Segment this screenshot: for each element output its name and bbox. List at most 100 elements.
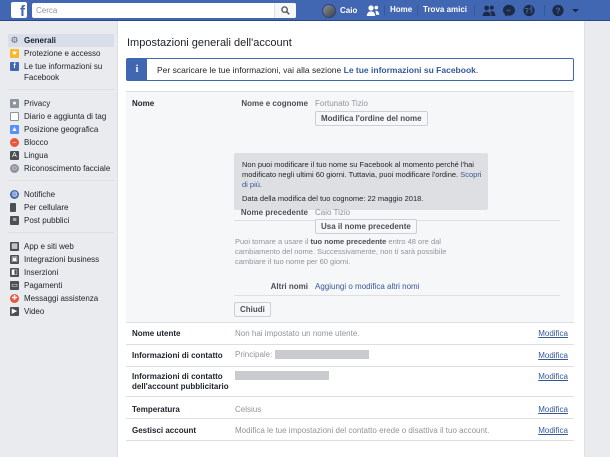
- sidebar-item-label: Posizione geografica: [24, 125, 99, 134]
- face-icon: ☺: [10, 164, 19, 173]
- settings-dropdown-icon[interactable]: [571, 4, 580, 17]
- sidebar-item-timeline[interactable]: Diario e aggiunta di tag: [8, 110, 114, 123]
- messenger-icon[interactable]: [502, 4, 516, 17]
- sidebar-item-language[interactable]: A Lingua: [8, 149, 114, 162]
- globe-notifications-icon[interactable]: [522, 4, 536, 17]
- edit-manage-account-link[interactable]: Modifica: [538, 426, 568, 435]
- sidebar-item-your-info[interactable]: f Le tue informazioni su Facebook: [8, 60, 114, 84]
- sidebar-item-ads[interactable]: ◧ Inserzioni: [8, 266, 114, 279]
- previous-name-label: Nome precedente: [240, 208, 308, 217]
- apps-icon: ▦: [10, 242, 19, 251]
- note-bold: tuo nome precedente: [310, 237, 387, 246]
- sidebar-item-protezione[interactable]: ★ Protezione e accesso: [8, 47, 114, 60]
- sidebar-item-payments[interactable]: ▭ Pagamenti: [8, 279, 114, 292]
- sidebar-item-privacy[interactable]: ● Privacy: [8, 97, 114, 110]
- redacted-contact: [274, 350, 369, 360]
- your-info-link[interactable]: Le tue informazioni su Facebook: [344, 65, 476, 75]
- sidebar-item-notifications[interactable]: ◍ Notifiche: [8, 188, 114, 201]
- last-name-change-date: Data della modifica del tuo cognome: 22 …: [242, 194, 424, 203]
- sidebar-group-apps: ▦ App e siti web ▣ Integrazioni business…: [8, 239, 114, 323]
- sidebar-item-label: App e siti web: [24, 242, 74, 251]
- sidebar-item-mobile[interactable]: Per cellulare: [8, 201, 114, 214]
- name-section-label: Nome: [132, 99, 155, 108]
- search-input[interactable]: [36, 4, 276, 17]
- sidebar-item-block[interactable]: – Blocco: [8, 136, 114, 149]
- settings-row-ad-account-contact[interactable]: Informazioni di contatto dell'account pu…: [126, 367, 574, 397]
- settings-row-temperature[interactable]: Temperatura Celsius Modifica: [126, 397, 574, 419]
- settings-main-panel: Impostazioni generali dell'account i Per…: [117, 21, 585, 457]
- sidebar-item-public-posts[interactable]: ≡ Post pubblici: [8, 214, 114, 227]
- edit-contact-link[interactable]: Modifica: [538, 351, 568, 360]
- edit-ad-contact-link[interactable]: Modifica: [538, 372, 568, 381]
- row-value: Principale:: [235, 350, 369, 360]
- full-name-value: Fortunato Tizio: [315, 99, 368, 108]
- facebook-logo-icon[interactable]: f: [11, 2, 27, 19]
- contact-primary-label: Principale:: [235, 350, 273, 359]
- sidebar-item-label: Generali: [24, 36, 57, 45]
- sidebar-item-label: Notifiche: [24, 190, 56, 199]
- block-icon: –: [10, 138, 19, 147]
- business-icon: ▣: [10, 255, 19, 264]
- search-box: [32, 3, 296, 18]
- previous-name-value: Caio Tizio: [315, 208, 351, 217]
- close-button[interactable]: Chiudi: [234, 302, 271, 317]
- nav-divider: [417, 5, 418, 16]
- help-icon[interactable]: ?: [551, 4, 565, 17]
- search-button[interactable]: [274, 3, 296, 18]
- settings-row-manage-account[interactable]: Gestisci account Modifica le tue imposta…: [126, 419, 574, 441]
- settings-row-contact[interactable]: Informazioni di contatto Principale: Mod…: [126, 345, 574, 367]
- row-value: Modifica le tue impostazioni del contatt…: [235, 426, 490, 435]
- row-value: Non hai impostato un nome utente.: [235, 329, 360, 338]
- home-link[interactable]: Home: [390, 0, 412, 21]
- language-icon: A: [10, 151, 19, 160]
- other-names-link[interactable]: Aggiungi o modifica altri nomi: [315, 282, 420, 291]
- row-label: Temperatura: [132, 405, 180, 414]
- support-icon: ✚: [10, 294, 19, 303]
- globe-icon: ◍: [10, 190, 19, 199]
- sidebar-group-account: ⚙ Generali ★ Protezione e accesso f Le t…: [8, 33, 114, 90]
- row-label: Gestisci account: [132, 426, 197, 435]
- facebook-icon: f: [10, 62, 19, 71]
- settings-row-username[interactable]: Nome utente Non hai impostato un nome ut…: [126, 323, 574, 345]
- sidebar-item-business[interactable]: ▣ Integrazioni business: [8, 253, 114, 266]
- info-text-prefix: Per scaricare le tue informazioni, vai a…: [157, 65, 344, 75]
- settings-sidebar: ⚙ Generali ★ Protezione e accesso f Le t…: [8, 33, 114, 329]
- sidebar-item-video[interactable]: ▶ Video: [8, 305, 114, 318]
- sidebar-item-label: Inserzioni: [24, 268, 59, 277]
- edit-username-link[interactable]: Modifica: [538, 329, 568, 338]
- sidebar-item-label: Privacy: [24, 99, 51, 108]
- row-label: Informazioni di contatto: [132, 351, 223, 360]
- download-info-banner: i Per scaricare le tue informazioni, vai…: [126, 58, 574, 81]
- edit-temperature-link[interactable]: Modifica: [538, 405, 568, 414]
- top-navigation-bar: f Caio Home Trova amici ?: [0, 0, 610, 21]
- people-icon[interactable]: [366, 4, 380, 17]
- search-icon: [281, 6, 290, 15]
- friend-requests-icon[interactable]: [482, 4, 496, 17]
- sidebar-item-label: Le tue informazioni su Facebook: [24, 62, 103, 82]
- profile-name: Caio: [340, 6, 358, 15]
- rss-icon: ≡: [10, 216, 19, 225]
- sidebar-group-notifications: ◍ Notifiche Per cellulare ≡ Post pubblic…: [8, 187, 114, 233]
- find-friends-link[interactable]: Trova amici: [423, 0, 467, 21]
- sidebar-item-location[interactable]: ▲ Posizione geografica: [8, 123, 114, 136]
- shield-icon: ★: [10, 49, 19, 58]
- svg-text:?: ?: [555, 5, 560, 15]
- sidebar-item-label: Riconoscimento facciale: [24, 164, 111, 173]
- section-divider: [234, 295, 560, 296]
- use-previous-name-button[interactable]: Usa il nome precedente: [315, 219, 417, 234]
- info-banner-text: Per scaricare le tue informazioni, vai a…: [157, 65, 478, 75]
- redacted-ad-contact: [235, 371, 329, 381]
- gear-icon: ⚙: [10, 35, 19, 45]
- row-value: Celsius: [235, 405, 262, 414]
- sidebar-item-apps[interactable]: ▦ App e siti web: [8, 240, 114, 253]
- sidebar-item-support[interactable]: ✚ Messaggi assistenza: [8, 292, 114, 305]
- profile-link[interactable]: Caio: [322, 2, 357, 19]
- sidebar-item-face-recognition[interactable]: ☺ Riconoscimento facciale: [8, 162, 114, 175]
- change-name-order-button[interactable]: Modifica l'ordine del nome: [315, 111, 428, 126]
- previous-name-note: Puoi tornare a usare il tuo nome precede…: [235, 237, 460, 267]
- sidebar-item-generali[interactable]: ⚙ Generali: [8, 34, 114, 47]
- video-icon: ▶: [10, 307, 19, 316]
- mobile-icon: [10, 203, 16, 212]
- sidebar-item-label: Per cellulare: [24, 203, 69, 212]
- other-names-label: Altri nomi: [270, 282, 308, 291]
